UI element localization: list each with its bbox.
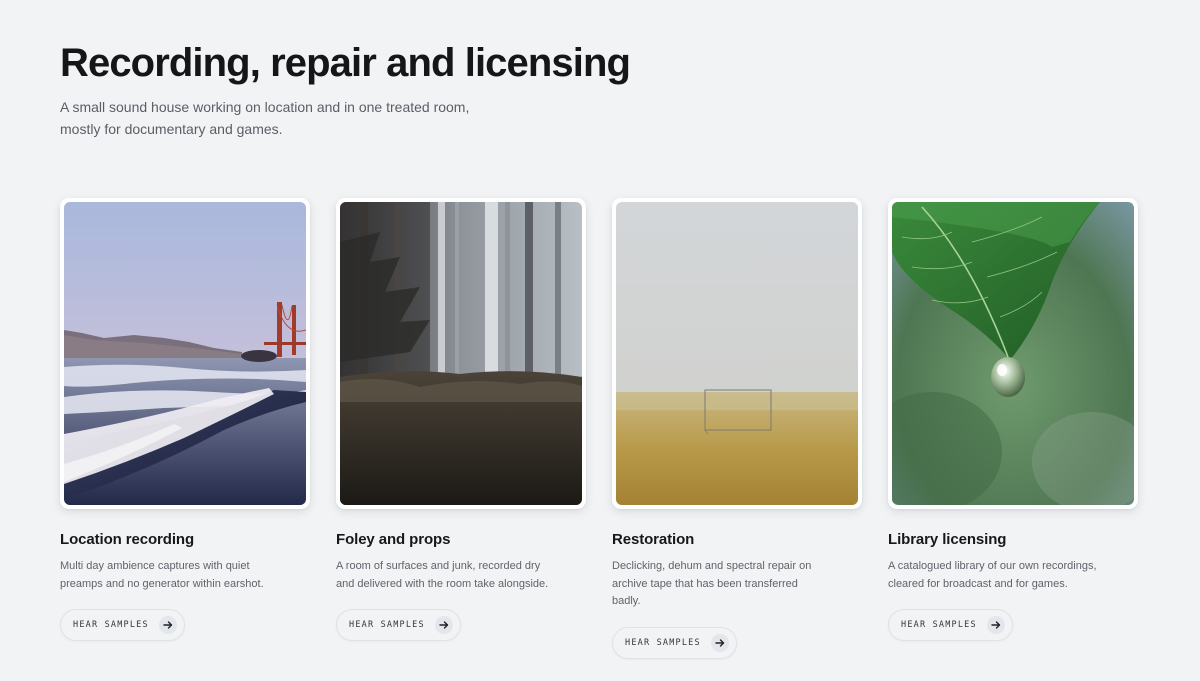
page-subtitle: A small sound house working on location …: [60, 99, 470, 137]
card-image-frame: [888, 198, 1138, 509]
card-description: A catalogued library of our own recordin…: [888, 560, 1097, 590]
card-title: Location recording: [60, 531, 195, 548]
service-card-library-licensing: Library licensing A catalogued library o…: [888, 198, 1138, 659]
button-label: HEAR SAMPLES: [625, 637, 701, 648]
card-title: Restoration: [612, 531, 695, 548]
leaf-water-drop-photo: [892, 202, 1134, 505]
hear-samples-button[interactable]: HEAR SAMPLES: [612, 626, 737, 659]
hear-samples-button[interactable]: HEAR SAMPLES: [60, 609, 185, 641]
arrow-right-icon: [986, 616, 1005, 634]
page: Recording, repair and licensing A small …: [0, 0, 1200, 681]
page-title: Recording, repair and licensing: [60, 41, 631, 85]
card-image-frame: [336, 198, 586, 509]
service-card-location-recording: Location recording Multi day ambience ca…: [60, 198, 310, 659]
arrow-right-icon: [434, 616, 453, 634]
service-card-restoration: Restoration Declicking, dehum and spectr…: [612, 198, 862, 659]
card-description: Declicking, dehum and spectral repair on…: [612, 560, 812, 607]
button-label: HEAR SAMPLES: [901, 620, 977, 630]
bay-bridge-coast-photo: [64, 202, 306, 505]
hero: Recording, repair and licensing A small …: [60, 40, 760, 140]
card-image-frame: [612, 198, 862, 509]
service-card-foley-and-props: Foley and props A room of surfaces and j…: [336, 198, 586, 659]
hear-samples-button[interactable]: HEAR SAMPLES: [888, 609, 1013, 641]
card-description: Multi day ambience captures with quiet p…: [60, 560, 264, 590]
card-title: Foley and props: [336, 531, 451, 548]
arrow-right-icon: [158, 616, 177, 634]
button-label: HEAR SAMPLES: [73, 620, 149, 630]
foggy-field-goal-photo: [616, 202, 858, 505]
arrow-right-icon: [710, 633, 729, 652]
misty-forest-photo: [340, 202, 582, 505]
button-label: HEAR SAMPLES: [349, 620, 425, 630]
service-cards: Location recording Multi day ambience ca…: [60, 198, 1138, 659]
hear-samples-button[interactable]: HEAR SAMPLES: [336, 609, 461, 641]
card-description: A room of surfaces and junk, recorded dr…: [336, 560, 549, 590]
card-image-frame: [60, 198, 310, 509]
card-title: Library licensing: [888, 531, 1007, 548]
